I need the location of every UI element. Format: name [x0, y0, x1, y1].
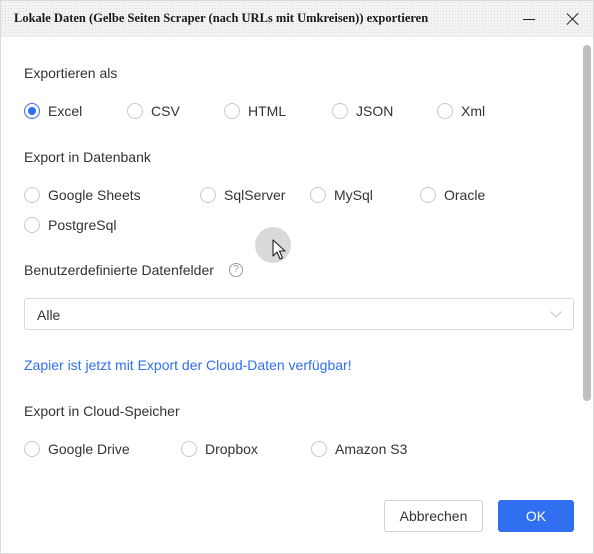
radio-label: SqlServer: [224, 187, 286, 203]
chevron-down-icon: [550, 306, 562, 318]
radio-oracle[interactable]: Oracle: [420, 187, 485, 203]
radio-unchecked-icon: [127, 103, 143, 119]
radio-csv[interactable]: CSV: [127, 103, 180, 119]
close-button[interactable]: [555, 1, 591, 37]
radio-label: Amazon S3: [335, 441, 408, 457]
window-title: Lokale Daten (Gelbe Seiten Scraper (nach…: [14, 11, 429, 25]
radio-label: Xml: [461, 103, 486, 119]
export-as-title: Exportieren als: [24, 65, 118, 81]
custom-fields-select[interactable]: Alle: [24, 298, 574, 330]
radio-unchecked-icon: [24, 217, 40, 233]
radio-unchecked-icon: [200, 187, 216, 203]
radio-amazon-s3[interactable]: Amazon S3: [311, 441, 407, 457]
radio-unchecked-icon: [420, 187, 436, 203]
radio-label: Oracle: [444, 187, 486, 203]
radio-unchecked-icon: [24, 187, 40, 203]
radio-label: Google Drive: [48, 441, 130, 457]
question-circle-icon[interactable]: ?: [229, 263, 243, 277]
radio-excel[interactable]: Excel: [24, 103, 82, 119]
radio-label: MySql: [334, 187, 373, 203]
minimize-icon: [523, 18, 535, 20]
mouse-cursor-icon: [272, 239, 286, 260]
radio-unchecked-icon: [24, 441, 40, 457]
radio-label: Dropbox: [205, 441, 258, 457]
radio-label: PostgreSql: [48, 217, 117, 233]
radio-sqlserver[interactable]: SqlServer: [200, 187, 285, 203]
cancel-button[interactable]: Abbrechen: [384, 500, 483, 532]
radio-unchecked-icon: [224, 103, 240, 119]
radio-unchecked-icon: [332, 103, 348, 119]
radio-html[interactable]: HTML: [224, 103, 286, 119]
radio-label: CSV: [151, 103, 180, 119]
custom-fields-title: Benutzerdefinierte Datenfelder: [24, 262, 214, 278]
zapier-link[interactable]: Zapier ist jetzt mit Export der Cloud-Da…: [24, 357, 352, 373]
export-dialog: Lokale Daten (Gelbe Seiten Scraper (nach…: [0, 0, 594, 554]
radio-unchecked-icon: [311, 441, 327, 457]
minimize-button[interactable]: [511, 1, 547, 37]
radio-dropbox[interactable]: Dropbox: [181, 441, 258, 457]
radio-google-sheets[interactable]: Google Sheets: [24, 187, 141, 203]
radio-label: Excel: [48, 103, 83, 119]
title-bar: Lokale Daten (Gelbe Seiten Scraper (nach…: [1, 1, 593, 37]
close-icon: [566, 12, 580, 26]
radio-mysql[interactable]: MySql: [310, 187, 373, 203]
radio-xml[interactable]: Xml: [437, 103, 485, 119]
radio-unchecked-icon: [181, 441, 197, 457]
radio-unchecked-icon: [310, 187, 326, 203]
scrollbar[interactable]: [583, 45, 591, 401]
radio-label: Google Sheets: [48, 187, 141, 203]
cloud-title: Export in Cloud-Speicher: [24, 403, 180, 419]
ok-button[interactable]: OK: [498, 500, 574, 532]
select-value: Alle: [37, 307, 61, 323]
radio-google-drive[interactable]: Google Drive: [24, 441, 130, 457]
database-title: Export in Datenbank: [24, 149, 151, 165]
radio-json[interactable]: JSON: [332, 103, 393, 119]
radio-label: JSON: [356, 103, 394, 119]
radio-postgresql[interactable]: PostgreSql: [24, 217, 116, 233]
radio-label: HTML: [248, 103, 287, 119]
radio-unchecked-icon: [437, 103, 453, 119]
radio-checked-icon: [24, 103, 40, 119]
